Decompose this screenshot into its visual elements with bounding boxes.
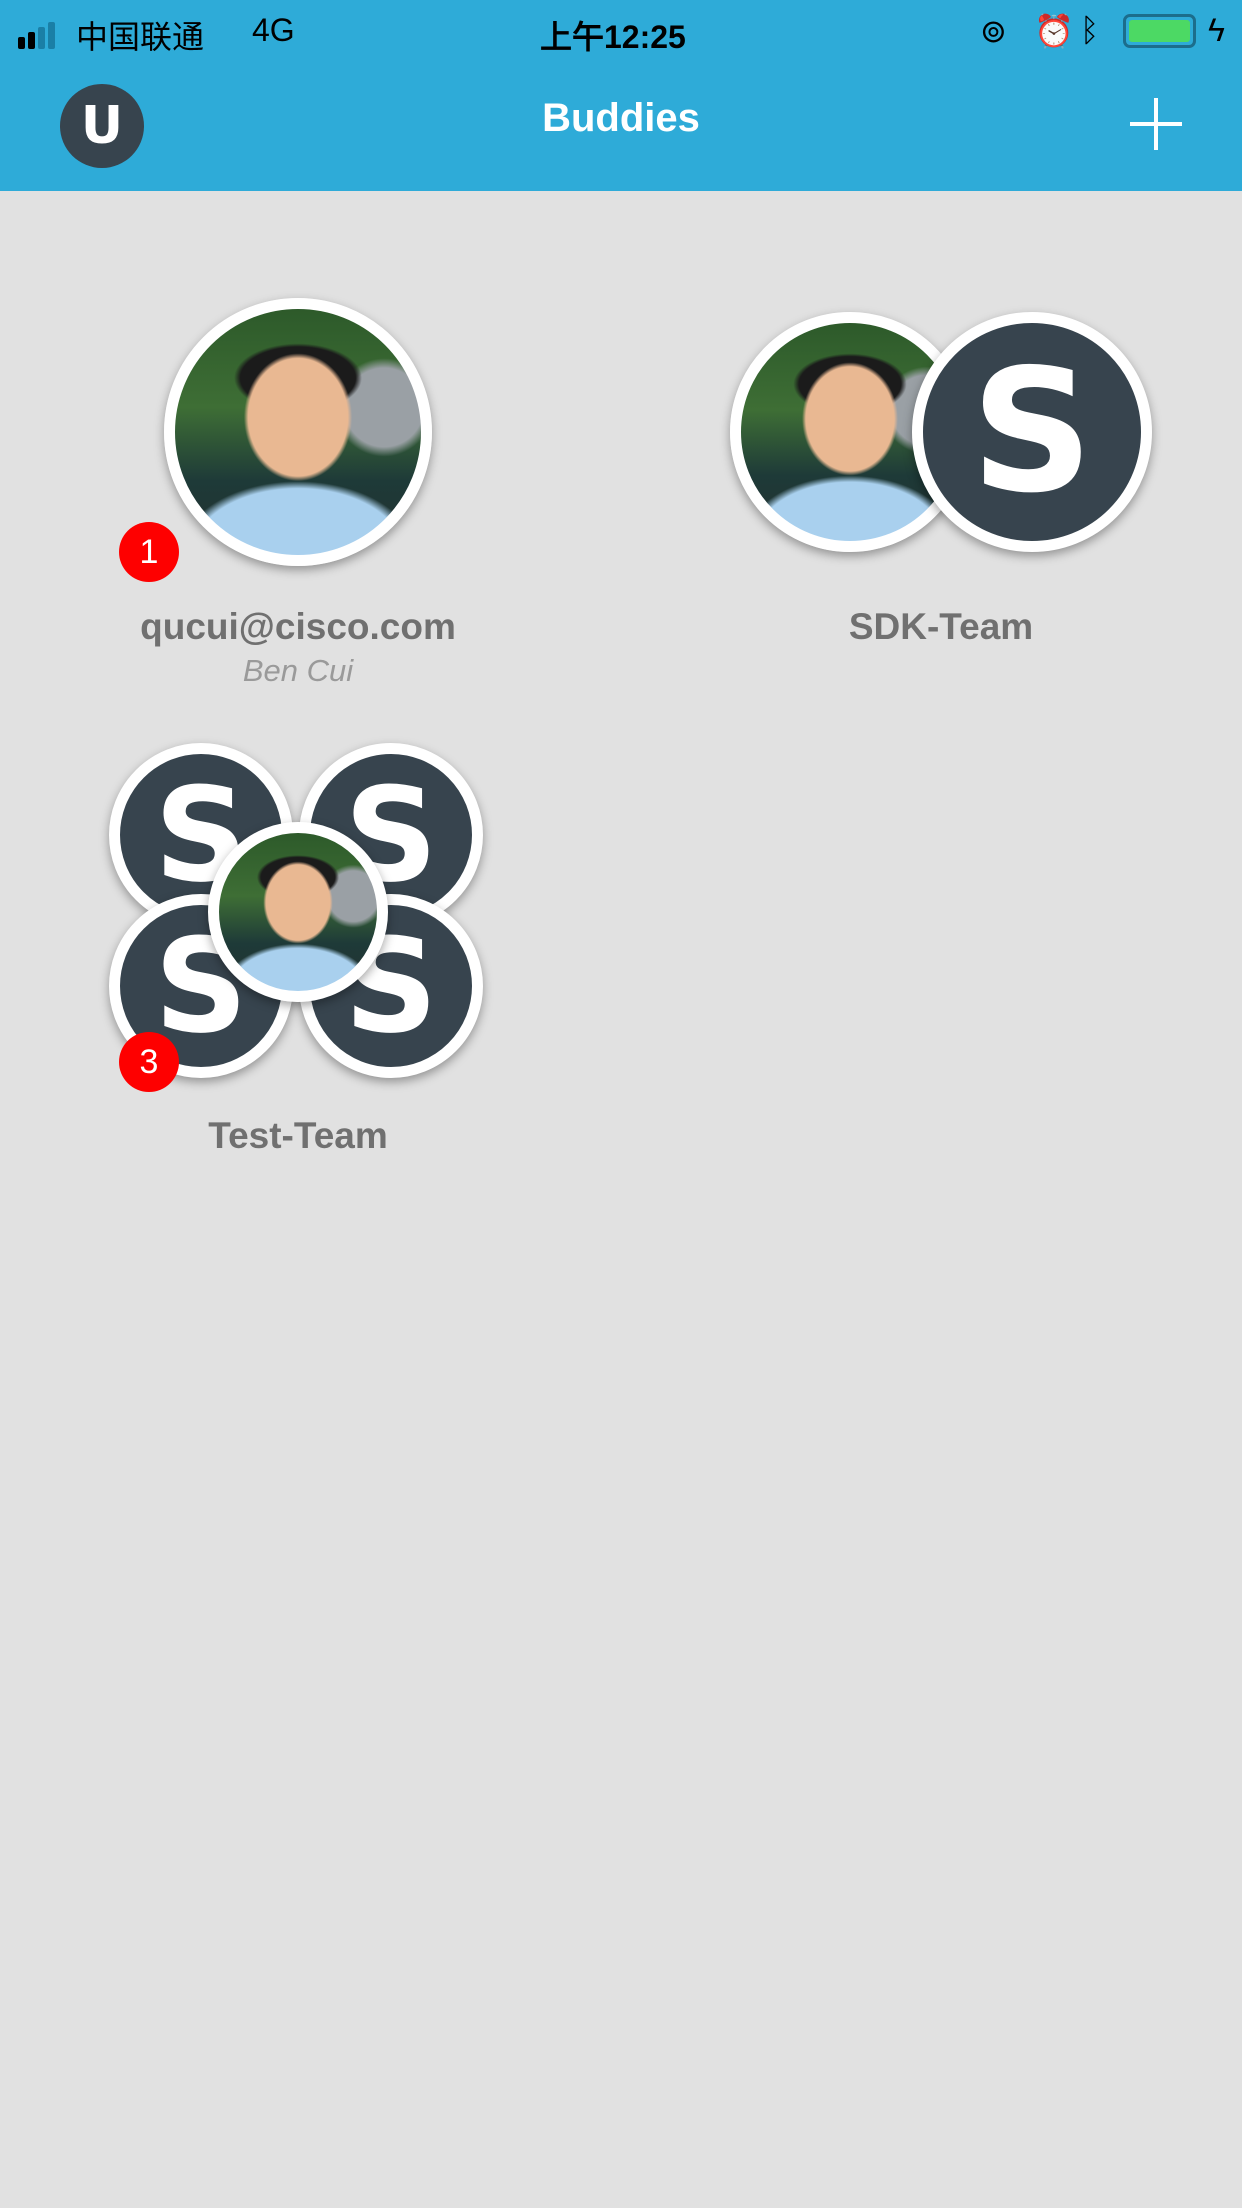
member-photo <box>208 822 388 1002</box>
buddy-name: Test-Team <box>208 1115 388 1156</box>
bluetooth-icon: ᛒ <box>1080 12 1100 48</box>
unread-badge: 3 <box>119 1032 179 1092</box>
alarm-icon: ⏰ <box>1034 13 1074 49</box>
buddy-name: SDK-Team <box>848 606 1034 647</box>
network-type: 4G <box>252 12 295 48</box>
status-bar: 中国联通 4G 上午12:25 ⊚ ⏰ ᛒ ϟ <box>0 0 1242 60</box>
add-button[interactable] <box>1130 98 1182 150</box>
buddy-name: qucui@cisco.com <box>140 606 456 647</box>
clock: 上午12:25 <box>540 19 686 55</box>
signal-icon <box>18 22 55 49</box>
buddy-subtitle: Ben Cui <box>242 653 354 688</box>
charging-icon: ϟ <box>1208 12 1225 48</box>
page-title: Buddies <box>542 96 700 140</box>
buddy-photo <box>164 298 432 566</box>
team-avatar: S <box>912 312 1152 552</box>
navigation-header: 中国联通 4G 上午12:25 ⊚ ⏰ ᛒ ϟ U Buddies <box>0 0 1242 191</box>
battery-icon <box>1123 14 1196 48</box>
carrier: 中国联通 <box>76 19 205 55</box>
orientation-lock-icon: ⊚ <box>980 13 1007 49</box>
unread-badge: 1 <box>119 522 179 582</box>
